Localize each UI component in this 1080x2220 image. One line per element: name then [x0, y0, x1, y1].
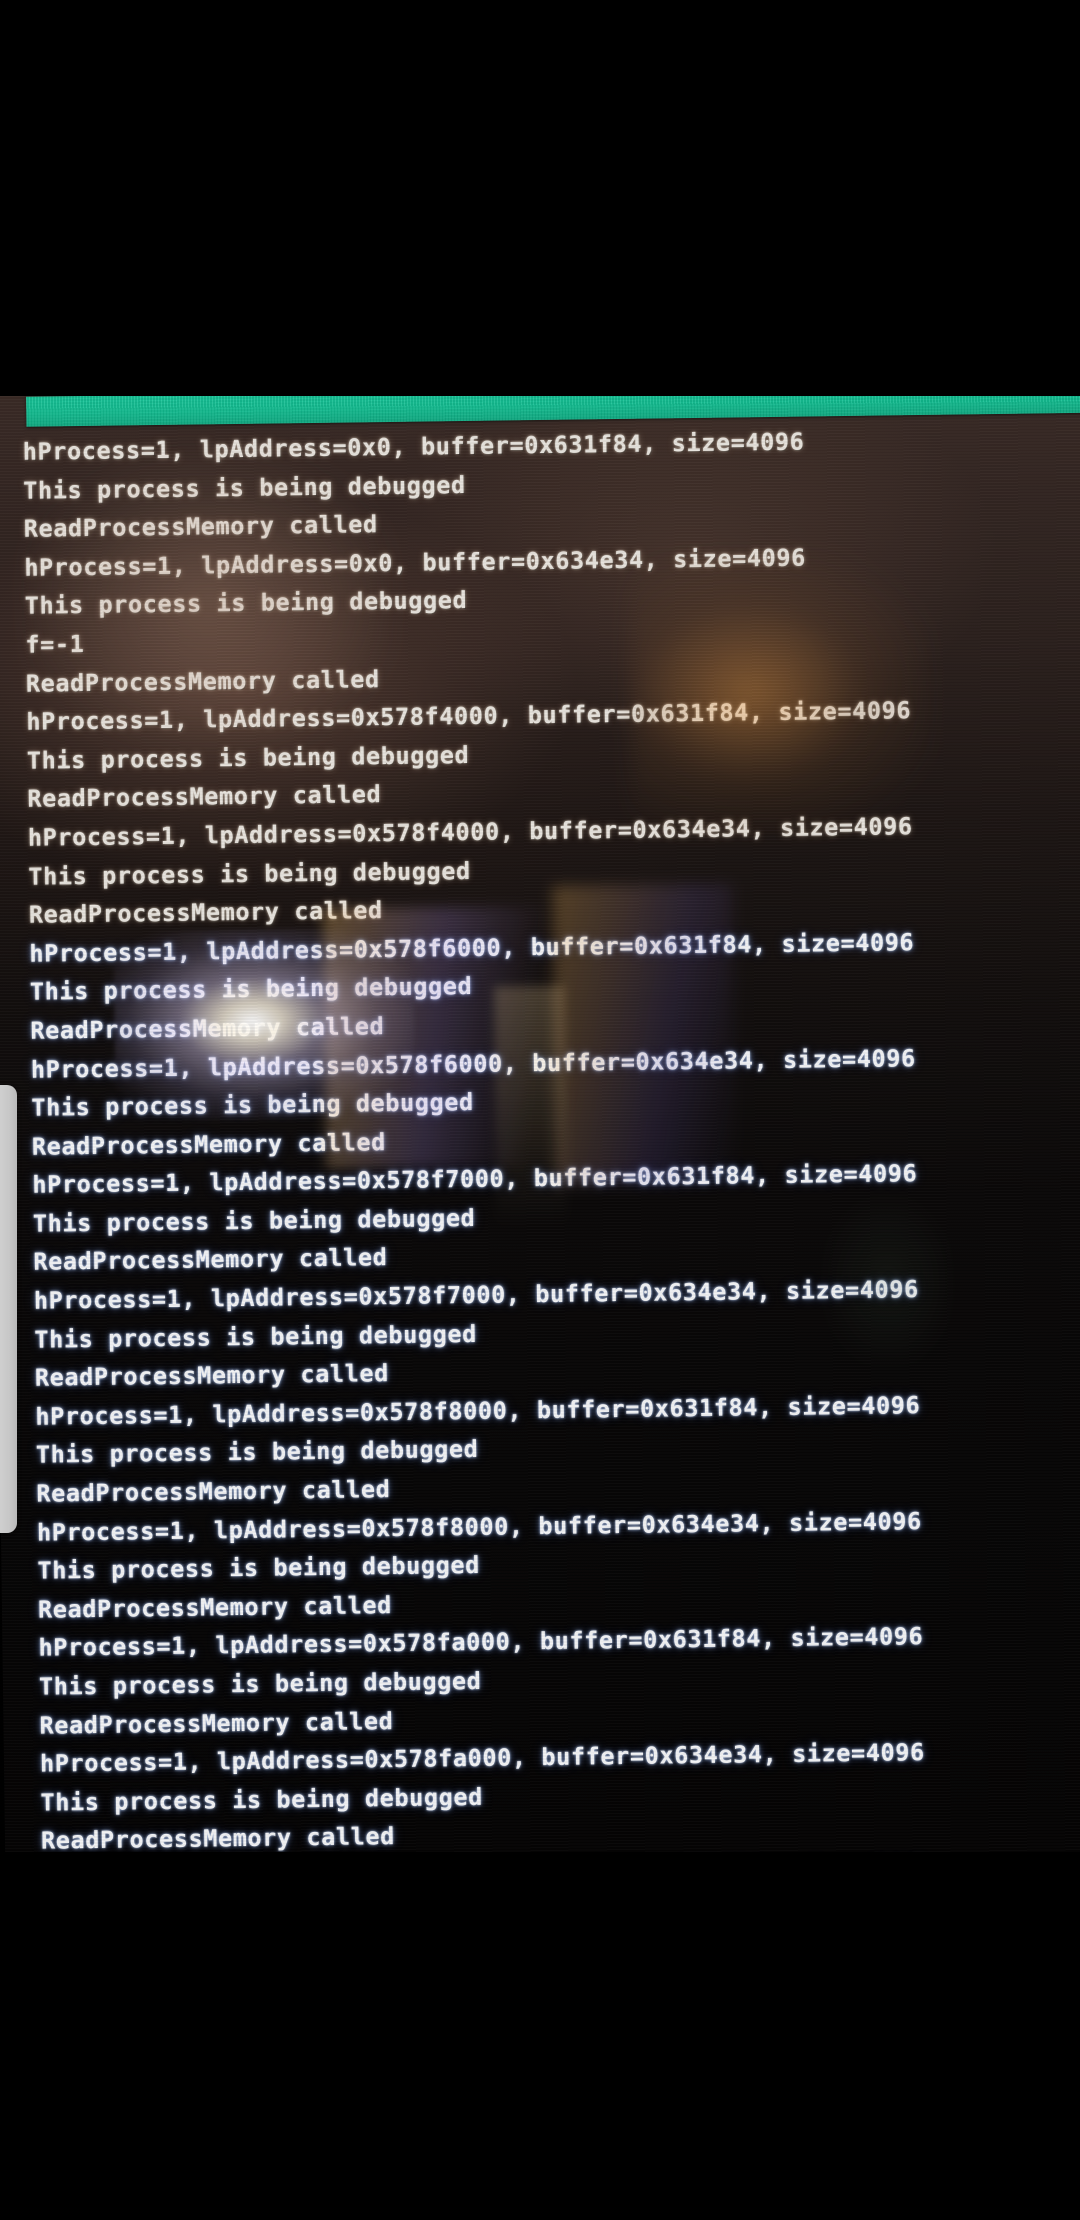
letterbox-top-bar — [0, 0, 1080, 396]
monitor-photo: hProcess=1, lpAddress=0x0, buffer=0x631f… — [0, 0, 1080, 2220]
vertical-scrollbar-track[interactable] — [0, 430, 18, 1830]
monitor-screen: hProcess=1, lpAddress=0x0, buffer=0x631f… — [0, 378, 1080, 1874]
console-log[interactable]: hProcess=1, lpAddress=0x0, buffer=0x631f… — [0, 413, 1080, 1874]
letterbox-bottom-bar — [0, 1852, 1080, 2220]
vertical-scrollbar-thumb[interactable] — [0, 1085, 17, 1533]
